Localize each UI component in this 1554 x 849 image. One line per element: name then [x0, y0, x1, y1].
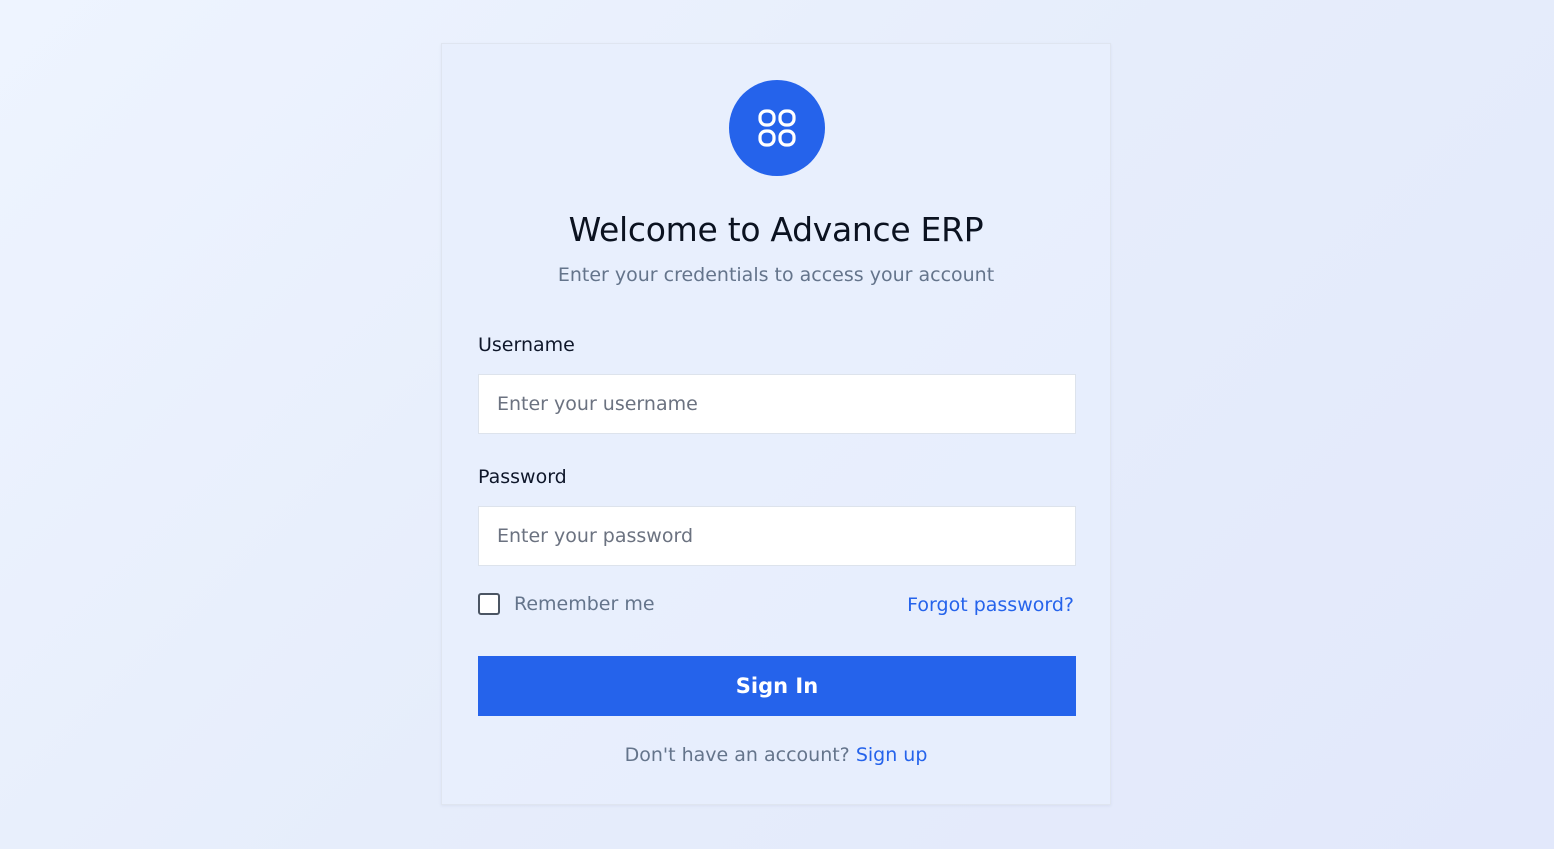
signup-prompt-text: Don't have an account? [624, 744, 850, 766]
remember-me-checkbox[interactable] [478, 593, 500, 615]
sign-up-link[interactable]: Sign up [856, 744, 928, 766]
app-logo [729, 80, 825, 176]
apps-grid-icon [758, 109, 796, 147]
page-subtitle: Enter your credentials to access your ac… [557, 264, 995, 286]
login-card: Welcome to Advance ERP Enter your creden… [441, 43, 1111, 805]
forgot-password-link[interactable]: Forgot password? [907, 594, 1074, 616]
sign-in-button[interactable]: Sign In [478, 656, 1076, 716]
remember-me-label: Remember me [514, 593, 655, 615]
username-input[interactable] [478, 374, 1076, 434]
signup-prompt: Don't have an account? Sign up [442, 744, 1110, 766]
username-label: Username [478, 334, 575, 356]
password-label: Password [478, 466, 567, 488]
page-title: Welcome to Advance ERP [568, 210, 984, 249]
remember-me-toggle[interactable]: Remember me [478, 593, 655, 615]
password-input[interactable] [478, 506, 1076, 566]
